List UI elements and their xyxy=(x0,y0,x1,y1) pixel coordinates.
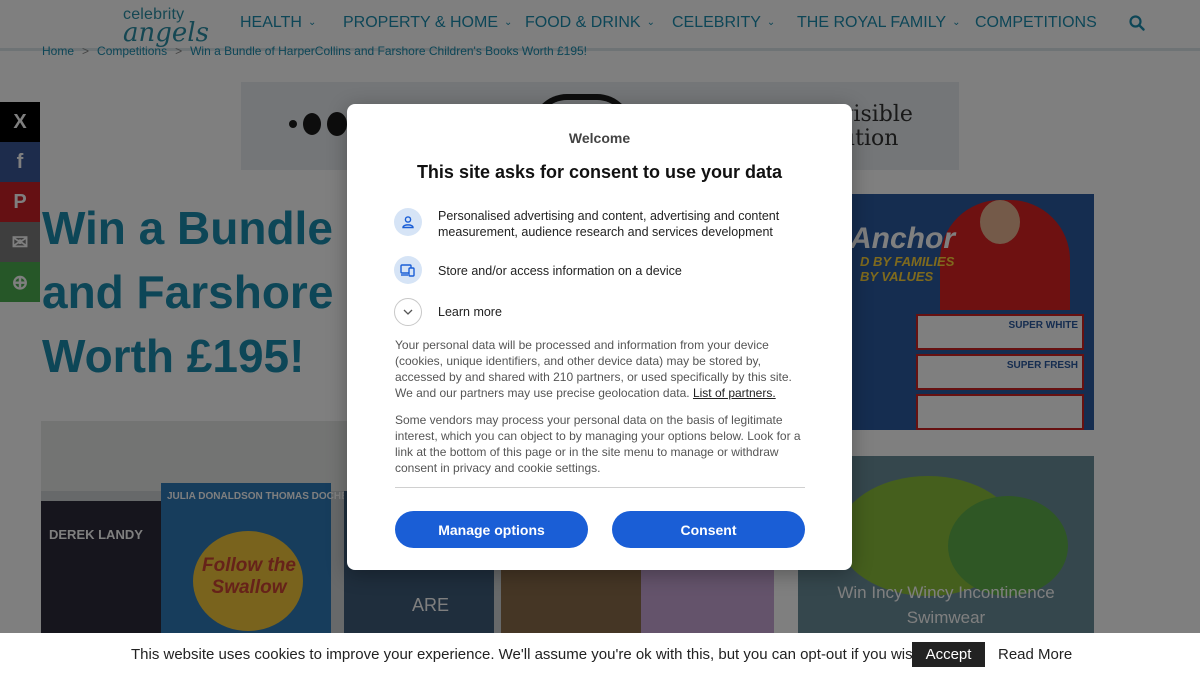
purpose-text: Store and/or access information on a dev… xyxy=(438,264,682,278)
devices-icon xyxy=(394,256,422,284)
consent-paragraph-1: Your personal data will be processed and… xyxy=(395,337,807,401)
consent-welcome: Welcome xyxy=(568,130,631,146)
consent-dialog: Welcome This site asks for consent to us… xyxy=(347,104,852,570)
person-icon xyxy=(394,208,422,236)
consent-title: This site asks for consent to use your d… xyxy=(416,162,783,182)
purpose-text: Personalised advertising and content, ad… xyxy=(438,209,780,239)
partners-link[interactable]: List of partners. xyxy=(693,386,776,400)
cookie-text: This website uses cookies to improve you… xyxy=(131,646,926,663)
consent-paragraph-2: Some vendors may process your personal d… xyxy=(395,413,801,475)
chevron-down-icon[interactable] xyxy=(394,298,422,326)
cookie-read-more-link[interactable]: Read More xyxy=(998,646,1072,663)
learn-more-label[interactable]: Learn more xyxy=(438,304,808,320)
cookie-accept-button[interactable]: Accept xyxy=(912,642,985,667)
manage-options-button[interactable]: Manage options xyxy=(395,511,588,548)
dialog-divider xyxy=(395,487,805,488)
consent-button[interactable]: Consent xyxy=(612,511,805,548)
